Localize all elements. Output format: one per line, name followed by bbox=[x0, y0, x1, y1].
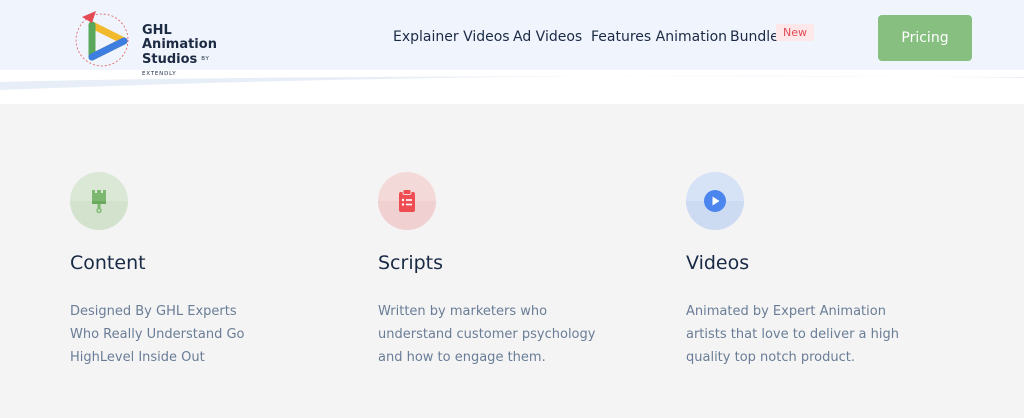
brand-name-line1: GHL Animation bbox=[142, 23, 217, 52]
brand-logo[interactable]: GHL Animation Studios BY EXTENDLY bbox=[72, 7, 242, 77]
feature-icon-circle bbox=[70, 172, 128, 230]
feature-icon-circle bbox=[686, 172, 744, 230]
feature-description-line: Animated by Expert Animation bbox=[686, 304, 886, 319]
feature-description-line: Who Really Understand Go bbox=[70, 327, 245, 342]
pricing-button[interactable]: Pricing bbox=[878, 15, 972, 61]
feature-title: Videos bbox=[686, 252, 750, 274]
feature-description: Designed By GHL Experts Who Really Under… bbox=[70, 300, 290, 369]
feature-description-line: Designed By GHL Experts bbox=[70, 304, 237, 319]
feature-description: Written by marketers who understand cust… bbox=[378, 300, 598, 369]
feature-videos: Videos Animated by Expert Animation arti… bbox=[686, 104, 926, 418]
feature-description-line: understand customer psychology bbox=[378, 327, 596, 342]
feature-icon-circle bbox=[378, 172, 436, 230]
clipboard-list-icon bbox=[399, 189, 415, 212]
feature-content: Content Designed By GHL Experts Who Real… bbox=[70, 104, 310, 418]
paint-brush-icon bbox=[92, 190, 106, 213]
feature-description-line: Written by marketers who bbox=[378, 304, 548, 319]
feature-scripts: Scripts Written by marketers who underst… bbox=[378, 104, 618, 418]
nav-explainer-videos[interactable]: Explainer Videos bbox=[393, 29, 510, 45]
new-badge: New bbox=[776, 24, 814, 41]
feature-description-line: artists that love to deliver a high bbox=[686, 327, 899, 342]
feature-description: Animated by Expert Animation artists tha… bbox=[686, 300, 906, 369]
brand-name: GHL Animation Studios BY EXTENDLY bbox=[142, 24, 242, 81]
nav-ad-videos[interactable]: Ad Videos bbox=[513, 29, 582, 45]
feature-title: Content bbox=[70, 252, 146, 274]
features-section: Content Designed By GHL Experts Who Real… bbox=[0, 104, 1024, 418]
nav-features-animation[interactable]: Features Animation bbox=[591, 29, 727, 45]
play-circle-icon bbox=[704, 190, 726, 212]
feature-description-line: and how to engage them. bbox=[378, 350, 546, 365]
brand-name-line2: Studios bbox=[142, 51, 198, 67]
feature-description-line: HighLevel Inside Out bbox=[70, 350, 205, 365]
play-logo-icon bbox=[75, 11, 129, 67]
nav-bundle[interactable]: Bundle bbox=[730, 29, 779, 45]
feature-description-line: quality top notch product. bbox=[686, 350, 855, 365]
feature-title: Scripts bbox=[378, 252, 444, 274]
